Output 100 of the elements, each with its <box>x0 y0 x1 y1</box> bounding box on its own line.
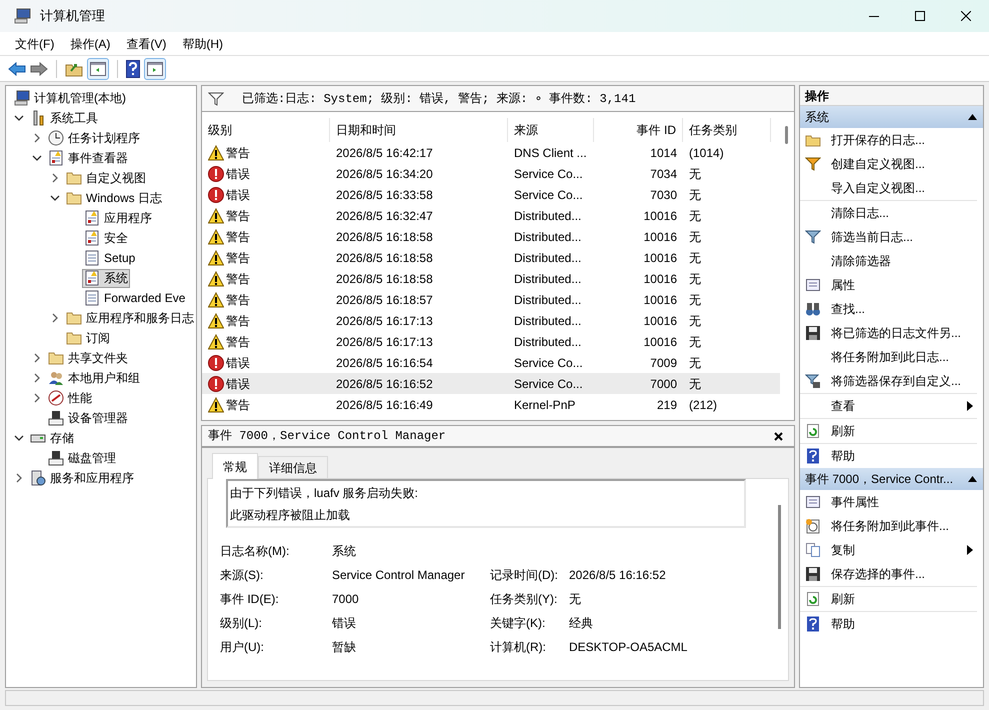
table-row[interactable]: 警告 2026/8/5 16:18:58 Distributed... 10016 无 <box>202 226 780 247</box>
tree-item[interactable]: 订阅 <box>64 328 112 348</box>
help-icon[interactable] <box>126 60 140 78</box>
table-row[interactable]: 警告 2026/8/5 16:42:17 DNS Client ... 1014 (1014) <box>202 142 780 163</box>
action-item[interactable]: 清除日志... <box>800 201 977 225</box>
copy-icon <box>805 542 821 558</box>
table-cell-text: 7030 <box>649 186 678 204</box>
table-cell-text: Distributed... <box>513 312 582 330</box>
table-cell-text: 2026/8/5 16:17:13 <box>335 312 434 330</box>
table-row[interactable]: 警告 2026/8/5 16:16:49 Kernel-PnP 219 (212) <box>202 394 780 415</box>
folder-icon <box>66 170 82 186</box>
close-button[interactable] <box>772 430 784 442</box>
action-item[interactable]: 查看 <box>800 394 977 418</box>
tab[interactable]: 常规 <box>212 453 258 479</box>
pane-header: 操作 <box>800 86 983 106</box>
computer-icon <box>14 8 32 24</box>
field-value: Service Control Manager <box>332 567 466 584</box>
tab[interactable]: 详细信息 <box>258 456 328 478</box>
action-item[interactable]: 打开保存的日志... <box>800 128 977 152</box>
column-header[interactable]: 级别 <box>202 118 330 142</box>
table-row[interactable]: 警告 2026/8/5 16:18:57 Distributed... 10016 无 <box>202 289 780 310</box>
column-header[interactable]: 任务类别 <box>683 118 771 142</box>
column-header[interactable]: 来源 <box>508 118 594 142</box>
action-item[interactable]: 导入自定义视图... <box>800 176 977 200</box>
action-item[interactable]: 清除筛选器 <box>800 249 977 273</box>
table-row[interactable]: 错误 2026/8/5 16:16:54 Service Co... 7009 无 <box>202 352 780 373</box>
column-header[interactable]: 事件 ID <box>594 118 683 142</box>
tree-item[interactable]: Setup <box>82 248 138 268</box>
back-arrow-icon[interactable] <box>8 62 26 76</box>
table-cell-text: Service Co... <box>513 186 584 204</box>
table-cell-text: 2026/8/5 16:42:17 <box>335 144 434 162</box>
log-icon <box>84 250 100 266</box>
action-item[interactable]: 刷新 <box>800 587 977 611</box>
table-cell: 错误 <box>202 163 330 184</box>
menu-item[interactable]: 查看(V) <box>119 32 174 54</box>
tree-item[interactable]: Forwarded Eve <box>82 288 188 308</box>
tree-item[interactable]: 应用程序 <box>82 208 154 228</box>
tree-item[interactable]: 系统 <box>82 268 130 288</box>
tree-item[interactable]: 存储 <box>28 428 76 448</box>
tree-item[interactable]: 系统工具 <box>28 108 100 128</box>
action-item[interactable]: 帮助 <box>800 612 983 636</box>
table-cell-text: Kernel-PnP <box>513 396 576 414</box>
table-row[interactable]: 错误 2026/8/5 16:33:58 Service Co... 7030 无 <box>202 184 780 205</box>
monitor-icon <box>14 90 30 106</box>
column-header[interactable]: 日期和时间 <box>330 118 508 142</box>
table-row[interactable]: 警告 2026/8/5 16:17:13 Distributed... 10016 无 <box>202 310 780 331</box>
users-icon <box>48 370 64 386</box>
tree-item[interactable]: 任务计划程序 <box>46 128 142 148</box>
action-item[interactable]: 筛选当前日志... <box>800 225 977 249</box>
section-header[interactable]: 事件 7000，Service Contr... <box>800 468 983 490</box>
field-value: DESKTOP-OA5ACML <box>569 639 688 656</box>
action-item[interactable]: 刷新 <box>800 419 977 443</box>
tree-item[interactable]: 事件查看器 <box>46 148 130 168</box>
tree-item[interactable]: 磁盘管理 <box>46 448 118 468</box>
action-item[interactable]: 将筛选器保存到自定义... <box>800 369 977 393</box>
tree-item[interactable]: 性能 <box>46 388 94 408</box>
field-label: 来源(S): <box>220 567 264 584</box>
action-item[interactable]: 将任务附加到此日志... <box>800 345 977 369</box>
tree-item[interactable]: 设备管理器 <box>46 408 130 428</box>
action-item[interactable]: 保存选择的事件... <box>800 562 977 586</box>
table-row[interactable]: 错误 2026/8/5 16:34:20 Service Co... 7034 无 <box>202 163 780 184</box>
action-item[interactable]: 属性 <box>800 273 977 297</box>
table-row[interactable]: 警告 2026/8/5 16:17:13 Distributed... 10016 无 <box>202 331 780 352</box>
section-header[interactable]: 系统 <box>800 106 983 128</box>
action-item[interactable]: 复制 <box>800 538 977 562</box>
action-item[interactable]: 将已筛选的日志文件另... <box>800 321 977 345</box>
collapse-arrow-icon[interactable] <box>968 476 977 482</box>
action-item[interactable]: 帮助 <box>800 444 983 468</box>
binoculars-icon <box>805 301 821 317</box>
show-tree-button[interactable] <box>87 58 109 80</box>
table-row[interactable]: 警告 2026/8/5 16:32:47 Distributed... 10016 无 <box>202 205 780 226</box>
menu-item[interactable]: 文件(F) <box>8 32 62 54</box>
forward-arrow-icon[interactable] <box>30 62 48 76</box>
tree-item[interactable]: 安全 <box>82 228 130 248</box>
tree-item[interactable]: 服务和应用程序 <box>28 468 136 488</box>
table-row[interactable]: 警告 2026/8/5 16:18:58 Distributed... 10016 无 <box>202 247 780 268</box>
action-item[interactable]: 事件属性 <box>800 490 977 514</box>
show-action-pane-button[interactable] <box>144 58 166 80</box>
tree-item[interactable]: 计算机管理(本地) <box>12 88 128 108</box>
funnel-icon <box>805 156 821 172</box>
log-icon <box>84 210 100 226</box>
action-item[interactable]: 查找... <box>800 297 977 321</box>
tree-item[interactable]: 应用程序和服务日志 <box>64 308 196 328</box>
device-icon <box>48 410 64 426</box>
menu-item[interactable]: 帮助(H) <box>175 32 230 54</box>
action-item[interactable]: 创建自定义视图... <box>800 152 977 176</box>
table-row[interactable]: 错误 2026/8/5 16:16:52 Service Co... 7000 无 <box>202 373 780 394</box>
log-icon <box>84 270 100 286</box>
action-item[interactable]: 将任务附加到此事件... <box>800 514 977 538</box>
table-cell-text: 无 <box>688 186 702 204</box>
table-cell: 警告 <box>202 394 330 415</box>
tree-item[interactable]: Windows 日志 <box>64 188 164 208</box>
tree-item[interactable]: 自定义视图 <box>64 168 148 188</box>
tree-item[interactable]: 共享文件夹 <box>46 348 130 368</box>
tree-item[interactable]: 本地用户和组 <box>46 368 142 388</box>
table-cell-text: 无 <box>688 334 702 350</box>
table-row[interactable]: 警告 2026/8/5 16:18:58 Distributed... 10016 无 <box>202 268 780 289</box>
menu-item[interactable]: 操作(A) <box>63 32 118 54</box>
folder-icon <box>66 190 82 206</box>
collapse-arrow-icon[interactable] <box>968 114 977 120</box>
